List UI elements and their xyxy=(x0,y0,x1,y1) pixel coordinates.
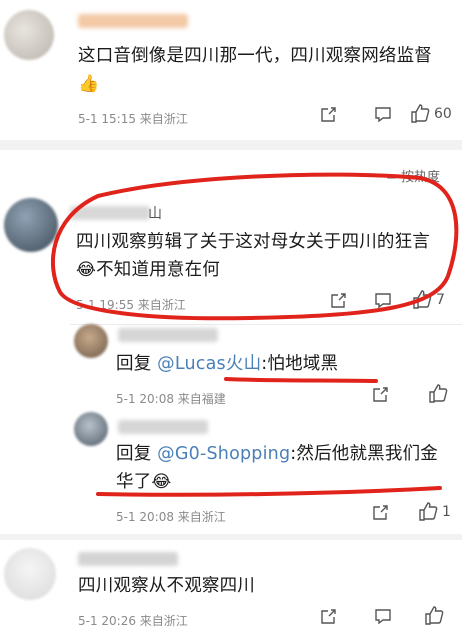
thumbs-up-icon xyxy=(419,502,438,521)
sort-toggle[interactable]: = 按热度 xyxy=(386,166,440,185)
section-divider xyxy=(0,140,462,150)
share-button[interactable] xyxy=(372,386,389,403)
avatar[interactable] xyxy=(74,324,108,358)
reply-body-line1: :然后他就黑我们金 xyxy=(290,444,438,464)
like-button[interactable]: 7 xyxy=(412,290,445,309)
comment-meta: 5-1 19:55 来自浙江 xyxy=(76,298,186,312)
reply-body: :怕地域黑 xyxy=(261,354,339,374)
thumbs-up-icon xyxy=(413,290,432,309)
username-blurred[interactable] xyxy=(118,420,208,434)
mention-link[interactable]: @G0-Shopping xyxy=(157,444,290,464)
thumbs-up-icon xyxy=(411,104,430,123)
username-suffix[interactable]: 山 xyxy=(148,203,162,223)
avatar[interactable] xyxy=(4,198,58,252)
share-button[interactable] xyxy=(330,292,347,309)
comment-text: 四川观察剪辑了关于这对母女关于四川的狂言 😂不知道用意在何 xyxy=(76,228,456,284)
avatar[interactable] xyxy=(4,10,54,60)
thumbs-up-emoji: 👍 xyxy=(78,74,100,94)
comment-button[interactable] xyxy=(374,106,392,123)
mention-link[interactable]: @Lucas火山 xyxy=(157,354,261,374)
username-blurred[interactable] xyxy=(118,328,218,342)
share-button[interactable] xyxy=(372,504,389,521)
thumbs-up-icon xyxy=(425,606,444,625)
reply-text: 回复 @Lucas火山:怕地域黑 xyxy=(116,350,446,378)
like-button[interactable]: 1 xyxy=(418,502,451,521)
share-icon xyxy=(321,107,336,122)
comment-text: 这口音倒像是四川那一代，四川观察网络监督 👍 xyxy=(78,42,448,98)
red-underline-annotation xyxy=(224,377,378,383)
laughing-emoji: 😂 xyxy=(151,472,172,492)
laughing-emoji: 😂 xyxy=(76,260,97,280)
username-blurred[interactable] xyxy=(78,552,178,566)
like-count: 7 xyxy=(436,291,445,308)
share-icon xyxy=(373,505,388,520)
share-icon xyxy=(321,609,336,624)
comment-meta: 5-1 15:15 来自浙江 xyxy=(78,112,188,126)
like-count: 60 xyxy=(434,105,452,122)
comment-icon xyxy=(375,107,391,123)
reply-meta: 5-1 20:08 来自福建 xyxy=(116,392,226,406)
reply-separator xyxy=(70,324,462,325)
avatar[interactable] xyxy=(74,412,108,446)
share-button[interactable] xyxy=(320,106,337,123)
share-icon xyxy=(373,387,388,402)
reply-body-line2: 华了 xyxy=(116,472,152,492)
reply-prefix: 回复 xyxy=(116,354,158,374)
comment-icon xyxy=(375,293,391,309)
reply-prefix: 回复 xyxy=(116,444,158,464)
sort-label: 按热度 xyxy=(401,170,441,185)
comment-button[interactable] xyxy=(374,292,392,309)
comment-body-line1: 四川观察剪辑了关于这对母女关于四川的狂言 xyxy=(76,232,430,252)
username-blurred[interactable] xyxy=(70,206,150,220)
comment-icon xyxy=(375,609,391,625)
comment-body: 这口音倒像是四川那一代，四川观察网络监督 xyxy=(78,46,432,66)
comment-body-line2: 不知道用意在何 xyxy=(96,260,220,280)
avatar[interactable] xyxy=(4,548,56,600)
like-count: 1 xyxy=(442,503,451,520)
sort-icon: = xyxy=(386,170,397,185)
username-blurred[interactable] xyxy=(78,14,188,28)
share-icon xyxy=(331,293,346,308)
reply-meta: 5-1 20:08 来自浙江 xyxy=(116,510,226,524)
comment-button[interactable] xyxy=(374,608,392,625)
thumbs-up-icon xyxy=(429,384,448,403)
comment-text: 四川观察从不观察四川 xyxy=(78,576,255,596)
share-button[interactable] xyxy=(320,608,337,625)
like-button[interactable] xyxy=(424,606,444,625)
reply-text: 回复 @G0-Shopping:然后他就黑我们金 华了😂 xyxy=(116,440,446,496)
like-button[interactable]: 60 xyxy=(410,104,452,123)
section-divider xyxy=(0,534,462,540)
comment-meta: 5-1 20:26 来自浙江 xyxy=(78,614,188,628)
like-button[interactable] xyxy=(428,384,448,403)
